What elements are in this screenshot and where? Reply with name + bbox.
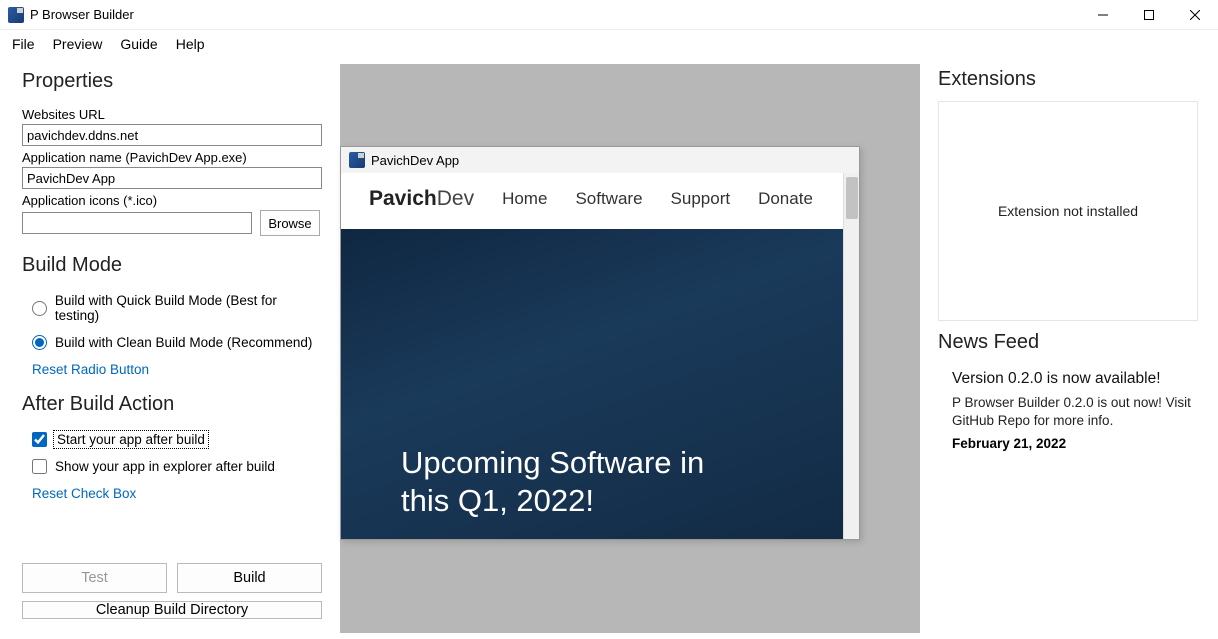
- news-item-date: February 21, 2022: [952, 436, 1194, 451]
- preview-title-text: PavichDev App: [371, 153, 459, 168]
- titlebar: P Browser Builder: [0, 0, 1218, 30]
- nav-support[interactable]: Support: [671, 189, 731, 209]
- cleanup-button[interactable]: Cleanup Build Directory: [22, 601, 322, 619]
- check-explorer-label: Show your app in explorer after build: [55, 459, 275, 474]
- window-title: P Browser Builder: [30, 7, 134, 22]
- menu-preview[interactable]: Preview: [53, 36, 103, 52]
- extensions-empty-text: Extension not installed: [998, 203, 1138, 219]
- browse-button[interactable]: Browse: [260, 210, 320, 236]
- reset-check-link[interactable]: Reset Check Box: [32, 486, 322, 501]
- build-button[interactable]: Build: [177, 563, 322, 593]
- news-item-title: Version 0.2.0 is now available!: [952, 370, 1194, 388]
- properties-heading: Properties: [22, 70, 322, 93]
- scroll-thumb[interactable]: [846, 177, 858, 219]
- radio-quick-label: Build with Quick Build Mode (Best for te…: [55, 293, 322, 323]
- extensions-box: Extension not installed: [938, 101, 1198, 321]
- nav-software[interactable]: Software: [575, 189, 642, 209]
- preview-app-icon: [349, 152, 365, 168]
- left-panel: Properties Websites URL Application name…: [0, 58, 340, 639]
- right-panel: Extensions Extension not installed News …: [928, 58, 1218, 639]
- check-start-label: Start your app after build: [55, 432, 207, 447]
- hero-text: Upcoming Software in this Q1, 2022!: [401, 444, 704, 522]
- menu-file[interactable]: File: [12, 36, 35, 52]
- preview-nav: PavichDev Home Software Support Donate: [341, 173, 843, 229]
- radio-quick-build[interactable]: Build with Quick Build Mode (Best for te…: [32, 293, 322, 323]
- menubar: File Preview Guide Help: [0, 30, 1218, 58]
- hero-banner: Upcoming Software in this Q1, 2022!: [341, 229, 843, 539]
- menu-help[interactable]: Help: [176, 36, 205, 52]
- after-build-heading: After Build Action: [22, 393, 322, 416]
- url-label: Websites URL: [22, 107, 322, 122]
- radio-clean-build[interactable]: Build with Clean Build Mode (Recommend): [32, 335, 322, 350]
- reset-radio-link[interactable]: Reset Radio Button: [32, 362, 322, 377]
- radio-clean-label: Build with Clean Build Mode (Recommend): [55, 335, 312, 350]
- preview-area: PavichDev App PavichDev Home Software Su…: [340, 64, 920, 633]
- app-icon: [8, 7, 24, 23]
- maximize-button[interactable]: [1126, 0, 1172, 30]
- news-item-body: P Browser Builder 0.2.0 is out now! Visi…: [952, 394, 1194, 430]
- brand-logo: PavichDev: [369, 187, 474, 211]
- build-mode-heading: Build Mode: [22, 254, 322, 277]
- check-start-after-build[interactable]: Start your app after build: [32, 432, 322, 447]
- icon-label: Application icons (*.ico): [22, 193, 322, 208]
- appname-input[interactable]: [22, 167, 322, 189]
- nav-donate[interactable]: Donate: [758, 189, 813, 209]
- appname-label: Application name (PavichDev App.exe): [22, 150, 322, 165]
- news-heading: News Feed: [938, 331, 1198, 354]
- nav-home[interactable]: Home: [502, 189, 547, 209]
- extensions-heading: Extensions: [938, 68, 1198, 91]
- menu-guide[interactable]: Guide: [120, 36, 157, 52]
- icon-input[interactable]: [22, 212, 252, 234]
- news-item: Version 0.2.0 is now available! P Browse…: [938, 364, 1198, 451]
- url-input[interactable]: [22, 124, 322, 146]
- preview-scrollbar[interactable]: [843, 173, 859, 539]
- minimize-button[interactable]: [1080, 0, 1126, 30]
- close-button[interactable]: [1172, 0, 1218, 30]
- check-show-explorer[interactable]: Show your app in explorer after build: [32, 459, 322, 474]
- test-button[interactable]: Test: [22, 563, 167, 593]
- preview-window: PavichDev App PavichDev Home Software Su…: [340, 146, 860, 540]
